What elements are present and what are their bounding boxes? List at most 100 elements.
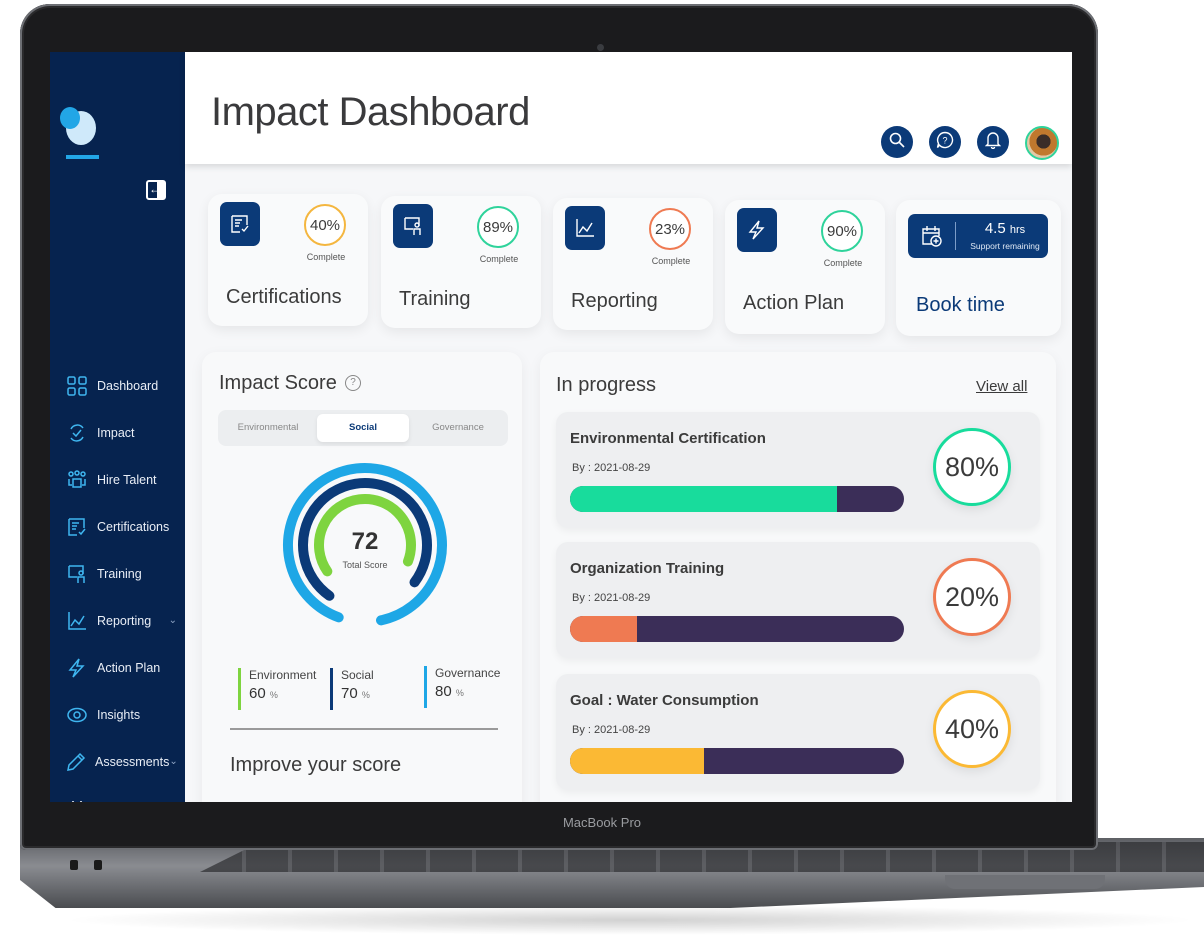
sidebar-item-label: Action Plan <box>97 660 161 675</box>
kpi-label: Training <box>399 288 471 310</box>
sidebar-item-insights[interactable]: Insights <box>50 691 185 738</box>
progress-bar <box>570 486 904 512</box>
value: 80 <box>435 683 452 700</box>
impact-score-panel: Impact Score ? Environmental Social Gove… <box>202 352 522 802</box>
sidebar-item-reporting[interactable]: Reporting ⌄ <box>50 597 185 644</box>
certificate-icon <box>66 516 88 538</box>
sidebar-item-action-plan[interactable]: Action Plan <box>50 644 185 691</box>
app-logo[interactable] <box>60 107 100 162</box>
progress-ring: 40% <box>304 204 346 246</box>
screen: ← Dashboard Impact Hire Talent Certifica… <box>50 52 1072 802</box>
legend-value: 60 % <box>249 685 316 702</box>
help-chat-icon: ? <box>936 131 954 154</box>
progress-item-title: Goal : Water Consumption <box>570 692 759 709</box>
progress-ring: 89% <box>477 206 519 248</box>
sidebar-item-label: Dashboard <box>97 378 159 393</box>
sidebar-item-hire-talent[interactable]: Hire Talent <box>50 456 185 503</box>
search-button[interactable] <box>881 126 913 158</box>
kpi-card-reporting[interactable]: 23% Complete Reporting <box>553 198 713 330</box>
search-icon <box>889 132 905 153</box>
line-chart-icon <box>565 206 605 250</box>
support-remaining-label: Support remaining <box>970 241 1040 251</box>
page-title: Impact Dashboard <box>211 90 530 134</box>
progress-bar <box>570 616 904 642</box>
sidebar-item-label: Hire Talent <box>97 472 157 487</box>
divider <box>230 728 498 730</box>
svg-text:?: ? <box>942 135 947 145</box>
in-progress-title: In progress <box>556 374 657 396</box>
legend-name: Social <box>341 668 374 682</box>
tab-environmental[interactable]: Environmental <box>222 414 314 442</box>
view-all-link[interactable]: View all <box>976 378 1027 395</box>
legend-value: 70 % <box>341 685 374 702</box>
sidebar-item-impact[interactable]: Impact <box>50 409 185 456</box>
sidebar-item-certifications[interactable]: Certifications <box>50 503 185 550</box>
sidebar-item-assessments[interactable]: Assessments ⌄ <box>50 738 185 785</box>
bell-icon <box>984 131 1002 154</box>
progress-percent-ring: 80% <box>933 428 1011 506</box>
progress-bar-fill <box>570 748 704 774</box>
legend-environment: Environment 60 % <box>238 668 316 710</box>
sidebar-item-bookings[interactable]: Bookings <box>50 785 185 802</box>
sidebar-item-label: Certifications <box>97 519 170 534</box>
chevron-down-icon[interactable]: ⌄ <box>169 615 177 626</box>
line-chart-icon <box>66 610 88 632</box>
legend-name: Governance <box>435 666 501 680</box>
calendar-icon <box>66 798 88 802</box>
page-header: Impact Dashboard ? <box>185 52 1072 164</box>
user-avatar[interactable] <box>1025 126 1059 160</box>
collapse-sidebar-button[interactable]: ← <box>146 180 166 200</box>
kpi-label: Certifications <box>226 286 342 308</box>
arrow-left-icon: ← <box>149 182 161 196</box>
tab-social[interactable]: Social <box>317 414 409 442</box>
legend-governance: Governance 80 % <box>424 666 500 708</box>
legend-social: Social 70 % <box>330 668 374 710</box>
support-hours-badge: 4.5 hrs Support remaining <box>908 214 1048 258</box>
progress-bar-fill <box>570 486 838 512</box>
notifications-button[interactable] <box>977 126 1009 158</box>
certificate-icon <box>220 202 260 246</box>
chevron-down-icon[interactable]: ⌄ <box>169 756 177 767</box>
score-category-tabs: Environmental Social Governance <box>218 410 508 446</box>
progress-bar-fill <box>570 616 637 642</box>
progress-item-date: By : 2021-08-29 <box>572 592 651 604</box>
kpi-card-training[interactable]: 89% Complete Training <box>381 196 541 328</box>
divider <box>955 222 956 250</box>
progress-item-date: By : 2021-08-29 <box>572 462 651 474</box>
eye-icon <box>66 704 88 726</box>
team-icon <box>66 469 88 491</box>
total-score-value: 72 <box>351 528 379 555</box>
book-time-button[interactable]: Book time <box>916 294 1005 317</box>
progress-percent-ring: 40% <box>933 690 1011 768</box>
sidebar-item-label: Assessments <box>95 754 170 769</box>
sidebar-item-dashboard[interactable]: Dashboard <box>50 362 185 409</box>
progress-bar <box>570 748 904 774</box>
help-icon[interactable]: ? <box>345 375 361 391</box>
improve-score-title: Improve your score <box>230 754 402 776</box>
progress-item[interactable]: Goal : Water Consumption By : 2021-08-29… <box>556 674 1040 790</box>
sidebar-item-training[interactable]: Training <box>50 550 185 597</box>
calendar-add-icon <box>921 224 943 253</box>
progress-item-title: Organization Training <box>570 560 725 577</box>
lightning-icon <box>66 657 88 679</box>
kpi-card-certifications[interactable]: 40% Complete Certifications <box>208 194 368 326</box>
progress-item[interactable]: Environmental Certification By : 2021-08… <box>556 412 1040 528</box>
support-hours: 4.5 hrs <box>962 220 1048 237</box>
in-progress-panel: In progress View all Environmental Certi… <box>540 352 1056 802</box>
usb-port <box>94 860 102 870</box>
tab-governance[interactable]: Governance <box>412 414 504 442</box>
complete-label: Complete <box>823 258 863 268</box>
camera <box>597 44 604 51</box>
progress-item[interactable]: Organization Training By : 2021-08-29 20… <box>556 542 1040 658</box>
refresh-check-icon <box>66 422 88 444</box>
complete-label: Complete <box>651 256 691 266</box>
help-button[interactable]: ? <box>929 126 961 158</box>
total-score-label: Total Score <box>342 560 388 570</box>
value: 60 <box>249 685 266 702</box>
sidebar-item-label: Bookings <box>97 802 148 803</box>
book-time-card[interactable]: 4.5 hrs Support remaining Book time <box>896 200 1061 336</box>
kpi-card-action-plan[interactable]: 90% Complete Action Plan <box>725 200 885 334</box>
laptop-shadow <box>60 905 1200 935</box>
sidebar-item-label: Reporting <box>97 613 152 628</box>
hours-value: 4.5 <box>984 220 1006 237</box>
